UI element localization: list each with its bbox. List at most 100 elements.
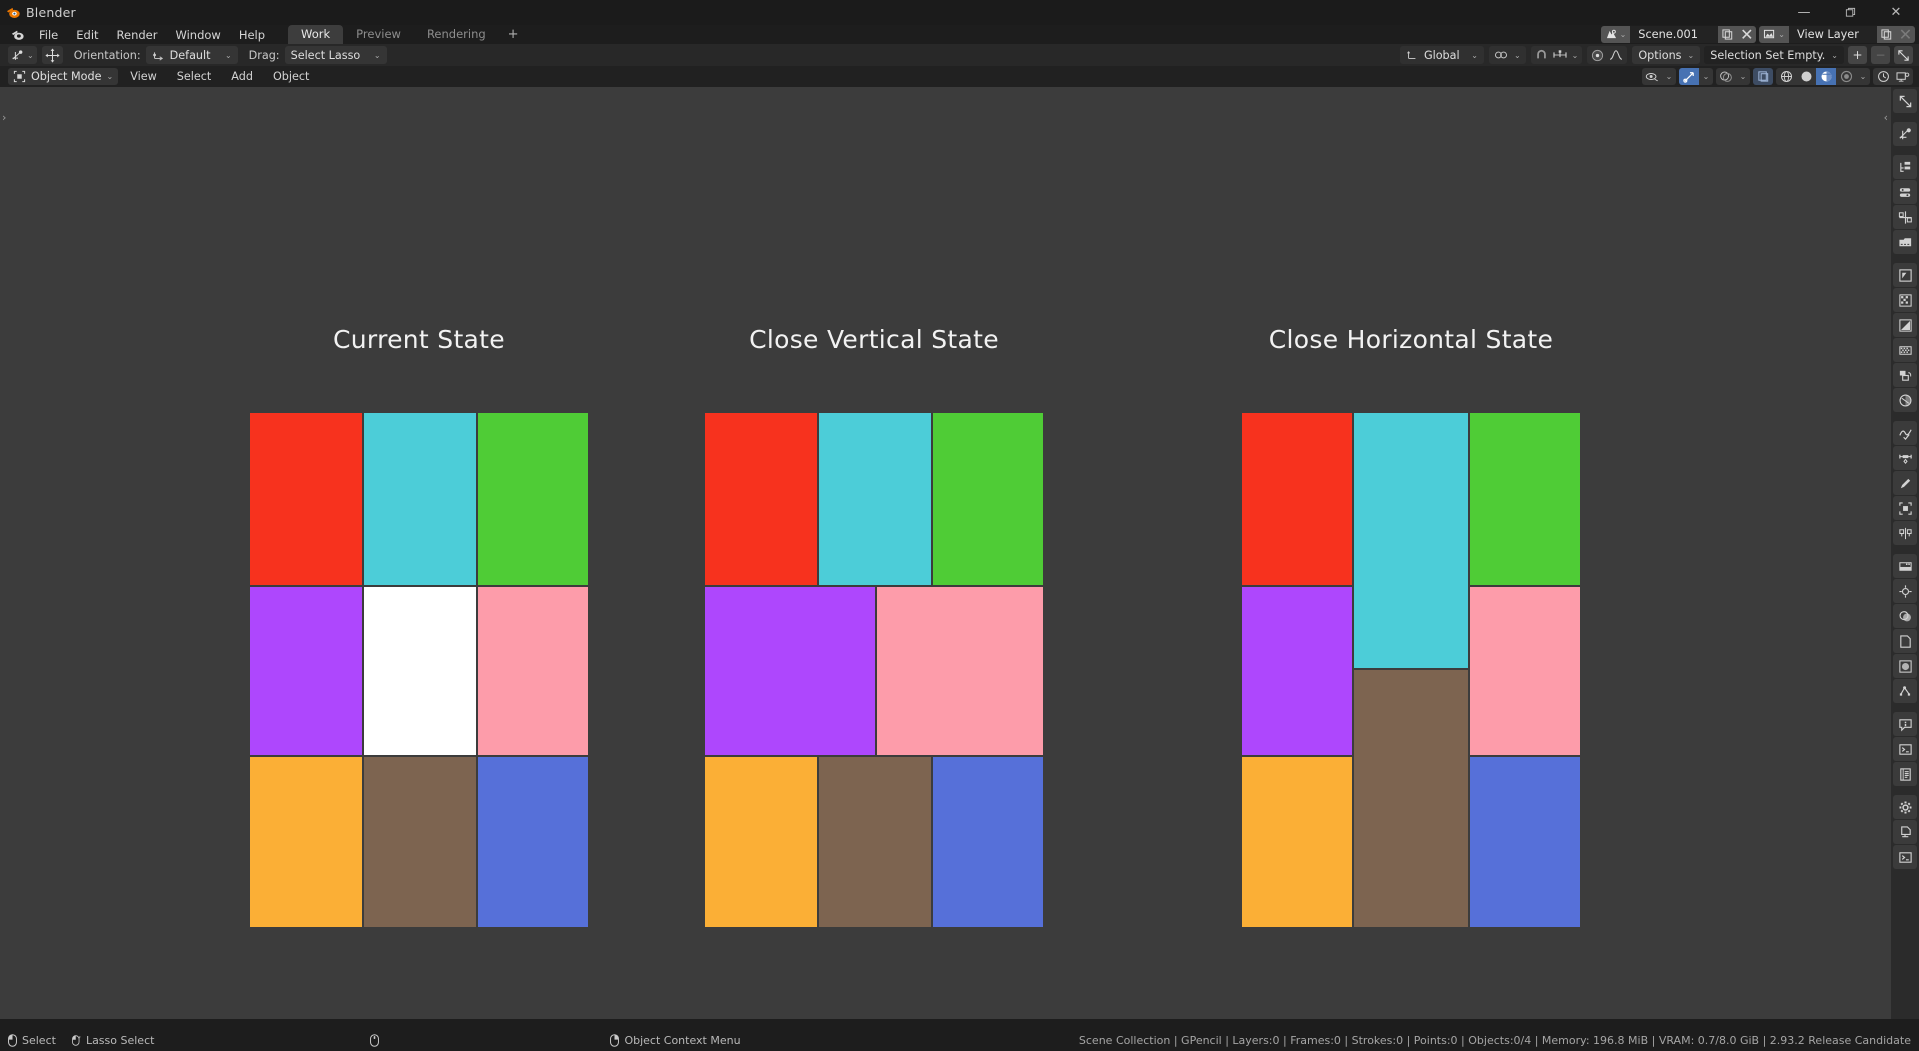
cell-pink[interactable] [877,587,1043,755]
solid-shading-icon[interactable] [1796,68,1816,85]
selection-set-dropdown[interactable]: Selection Set Empty. ⌄ [1704,46,1844,64]
menu-file[interactable]: File [30,26,67,44]
cell-orange[interactable] [705,757,817,927]
open-sidebar-arrow-icon[interactable]: ‹ [1884,111,1888,124]
tab-rendering[interactable]: Rendering [414,25,499,44]
viewport-menu-object[interactable]: Object [265,68,317,85]
vertex-icon[interactable] [1893,679,1917,703]
magnet-icon[interactable] [1535,49,1548,61]
info-icon[interactable] [1893,712,1917,736]
script-icon[interactable] [1893,845,1917,869]
blender-menu-icon[interactable] [6,25,30,44]
orientation-dropdown[interactable]: Default ⌄ [145,46,238,64]
viewport-menu-view[interactable]: View [122,68,165,85]
add-workspace-button[interactable]: + [499,25,528,44]
add-selection-set-button[interactable]: + [1848,46,1867,64]
cell-red[interactable] [705,413,817,585]
chevron-down-icon[interactable]: ⌄ [1856,68,1870,85]
view-layer-icon[interactable]: ⌄ [1759,26,1789,43]
maximize-button[interactable] [1827,0,1873,25]
tool-icon[interactable] [1893,122,1917,146]
tab-work[interactable]: Work [288,25,344,44]
cell-purple[interactable] [1242,587,1352,755]
delete-viewlayer-button[interactable]: ✕ [1896,26,1915,43]
menu-render[interactable]: Render [108,26,167,44]
cell-cyan[interactable] [819,413,931,585]
snap-pivot-dropdown[interactable]: ⌄ [1488,46,1526,64]
xray-toggle-icon[interactable] [1753,68,1773,85]
scene-name-field[interactable]: Scene.001 [1630,26,1719,43]
cell-blue[interactable] [933,757,1043,927]
chevron-down-icon[interactable]: ⌄ [1662,68,1676,85]
wireframe-shading-icon[interactable] [1776,68,1796,85]
expand-icon[interactable] [1893,89,1917,113]
cursor-icon[interactable] [1893,579,1917,603]
drag-dropdown[interactable]: Select Lasso ⌄ [284,46,387,64]
overlays-toggle-icon[interactable] [1716,68,1736,85]
cell-white[interactable] [364,587,476,755]
cell-brown[interactable] [819,757,931,927]
text-editor-icon[interactable] [1893,762,1917,786]
cell-green[interactable] [1470,413,1580,585]
options-dropdown[interactable]: Options ⌄ [1632,46,1701,64]
cell-purple[interactable] [250,587,362,755]
expand-sidebar-button[interactable] [1894,46,1913,64]
chevron-down-icon[interactable]: ⌄ [1699,68,1713,85]
cell-red[interactable] [250,413,362,585]
menu-window[interactable]: Window [166,26,229,44]
close-button[interactable]: ✕ [1873,0,1919,25]
snap-group[interactable]: ⌄ [1530,46,1583,64]
cell-green[interactable] [478,413,588,585]
proportional-falloff-group[interactable] [1587,46,1628,64]
cell-purple[interactable] [705,587,875,755]
outliner-icon[interactable] [1893,155,1917,179]
cell-blue[interactable] [478,757,588,927]
new-scene-button[interactable] [1718,26,1738,43]
material-icon[interactable] [1893,313,1917,337]
modifier-icon[interactable] [1893,288,1917,312]
cell-pink[interactable] [478,587,588,755]
proportional-toggle-icon[interactable] [1591,49,1604,62]
pencil-icon[interactable] [1893,471,1917,495]
interaction-mode-dropdown[interactable]: Object Mode ⌄ [8,68,119,85]
cell-orange[interactable] [1242,757,1352,927]
output-icon[interactable] [1893,820,1917,844]
uv-icon[interactable] [1893,654,1917,678]
viewport-menu-select[interactable]: Select [169,68,220,85]
cell-cyan[interactable] [364,413,476,585]
menu-edit[interactable]: Edit [67,26,107,44]
texture-icon[interactable] [1893,338,1917,362]
constraint-icon[interactable] [1893,446,1917,470]
particles-icon[interactable] [1893,363,1917,387]
rendered-shading-icon[interactable] [1836,68,1856,85]
menu-help[interactable]: Help [230,26,274,44]
object-data-icon[interactable] [1893,205,1917,229]
file-browser-icon[interactable] [1893,230,1917,254]
render-time-icon[interactable] [1873,68,1893,85]
animation-icon[interactable] [1893,421,1917,445]
3d-viewport[interactable]: › Current State Close Vertical State Clo… [0,87,1891,1019]
viewlayer-name-field[interactable]: View Layer [1789,26,1877,43]
console-icon[interactable] [1893,737,1917,761]
viewport-menu-add[interactable]: Add [223,68,261,85]
falloff-curve-icon[interactable] [1609,49,1623,61]
cell-brown[interactable] [364,757,476,927]
open-toolbar-arrow-icon[interactable]: › [2,111,6,124]
remove-selection-set-button[interactable]: − [1871,46,1890,64]
cell-pink[interactable] [1470,587,1580,755]
page-icon[interactable] [1893,629,1917,653]
viewport-link-icon[interactable] [1893,68,1913,85]
tab-preview[interactable]: Preview [343,25,414,44]
cell-green[interactable] [933,413,1043,585]
scene-selector[interactable]: ⌄ Scene.001 ✕ [1600,26,1757,43]
gizmo-toggle-icon[interactable] [1679,68,1699,85]
physics-icon[interactable] [1893,388,1917,412]
minimize-button[interactable]: — [1781,0,1827,25]
object-properties-icon[interactable] [1893,263,1917,287]
shading-icon[interactable] [1893,604,1917,628]
delete-scene-button[interactable]: ✕ [1737,26,1757,43]
active-tool-icon[interactable]: ⌄ [8,46,37,64]
proportional-edit-icon[interactable] [1552,49,1568,61]
viewlayer-selector[interactable]: ⌄ View Layer ✕ [1759,26,1915,43]
image-editor-icon[interactable] [1893,554,1917,578]
